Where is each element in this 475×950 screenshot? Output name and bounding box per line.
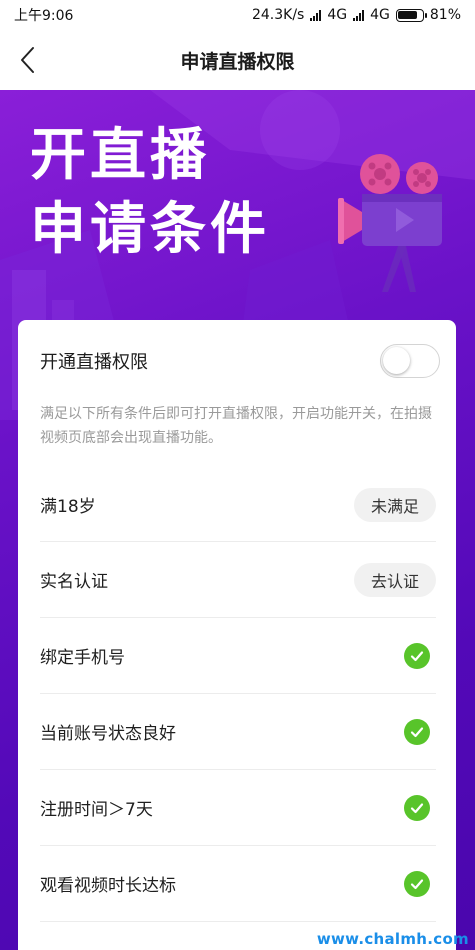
- status-time: 上午9:06: [14, 8, 74, 24]
- back-button[interactable]: [12, 44, 42, 76]
- toggle-label: 开通直播权限: [40, 352, 148, 373]
- network-type-2: 4G: [370, 7, 390, 23]
- check-icon: [404, 642, 430, 669]
- verify-button[interactable]: 去认证: [354, 562, 436, 597]
- movie-camera-icon: [338, 154, 442, 292]
- check-icon: [404, 870, 430, 897]
- list-item: 满18岁 未满足: [40, 468, 436, 542]
- watermark: www.chalmh.com: [316, 930, 469, 948]
- check-icon: [404, 794, 430, 821]
- signal-icon: [310, 9, 322, 21]
- status-bar: 上午9:06 24.3K/s 4G 4G 81%: [0, 0, 475, 30]
- check-icon: [404, 718, 430, 745]
- hero-title-line1: 开直播: [30, 123, 210, 188]
- toggle-knob: [383, 347, 410, 374]
- network-speed: 24.3K/s: [251, 7, 305, 23]
- requirements-list: 满18岁 未满足 实名认证 去认证 绑定手机号 当前账号状态良好 注册时间＞7天: [40, 468, 436, 922]
- hero-title-line2: 申请条件: [30, 197, 270, 262]
- battery-icon: [395, 8, 427, 22]
- status-badge: 未满足: [354, 487, 436, 522]
- battery-percent: 81%: [429, 7, 461, 23]
- nav-bar: 申请直播权限: [0, 30, 475, 90]
- permission-card: 开通直播权限 满足以下所有条件后即可打开直播权限，开启功能开关，在拍摄视频页底部…: [18, 320, 456, 950]
- list-item: 实名认证 去认证: [40, 542, 436, 618]
- requirement-label: 实名认证: [40, 572, 108, 592]
- list-item: 绑定手机号: [40, 618, 436, 694]
- toggle-row: 开通直播权限: [40, 344, 440, 378]
- chevron-left-icon: [21, 47, 34, 73]
- list-item: 注册时间＞7天: [40, 770, 436, 846]
- requirement-label: 绑定手机号: [40, 648, 125, 668]
- live-permission-toggle[interactable]: [380, 344, 440, 378]
- list-item: 观看视频时长达标: [40, 846, 436, 922]
- requirement-label: 注册时间＞7天: [40, 800, 153, 820]
- list-item: 当前账号状态良好: [40, 694, 436, 770]
- requirement-label: 当前账号状态良好: [40, 724, 176, 744]
- requirement-label: 满18岁: [40, 497, 96, 517]
- requirements-description: 满足以下所有条件后即可打开直播权限，开启功能开关，在拍摄视频页底部会出现直播功能…: [40, 406, 432, 446]
- network-type-1: 4G: [327, 7, 348, 23]
- signal-icon: [353, 9, 365, 21]
- page-title: 申请直播权限: [180, 50, 295, 73]
- requirement-label: 观看视频时长达标: [40, 876, 176, 896]
- status-indicators: 24.3K/s 4G 4G 81%: [252, 7, 461, 23]
